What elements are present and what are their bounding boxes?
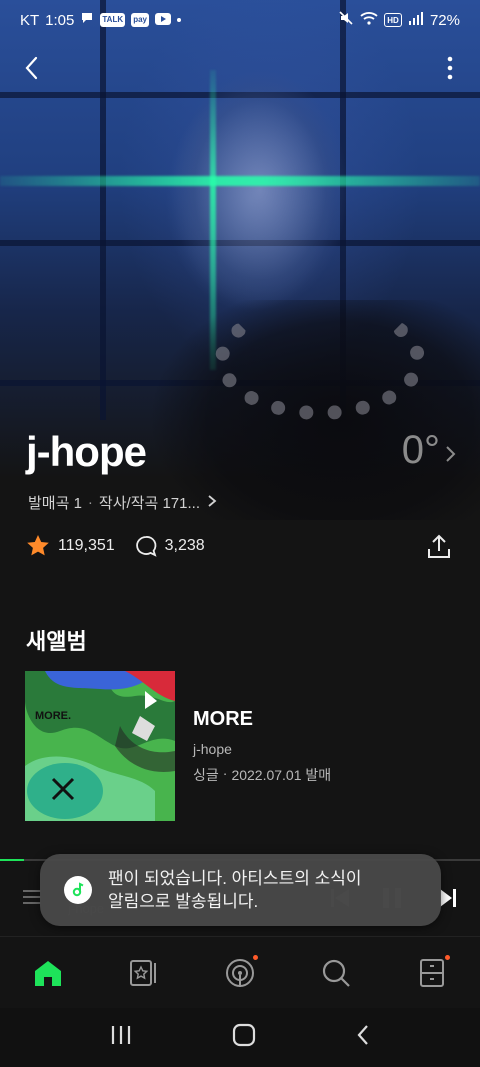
new-album-section-title: 새앨범 (26, 629, 87, 654)
artist-name: j-hope (26, 428, 147, 475)
chevron-right-icon (206, 494, 218, 512)
playlist-icon[interactable] (22, 887, 42, 907)
podcast-icon (226, 958, 254, 987)
toast-line-1: 팬이 되었습니다. 아티스트의 소식이 (108, 869, 362, 888)
home-system-button[interactable] (232, 1023, 256, 1052)
carrier-label: KT (20, 11, 40, 29)
more-notifications-icon (177, 18, 182, 22)
bottom-navigation (0, 936, 480, 1008)
album-art-image: MORE. (25, 671, 175, 821)
battery-level: 72% (429, 11, 460, 29)
fan-subscribe-toast: 팬이 되었습니다. 아티스트의 소식이 알림으로 발송됩니다. (40, 854, 441, 926)
search-icon (322, 959, 350, 987)
mute-icon (338, 10, 354, 30)
message-icon (80, 11, 94, 29)
hd-voice-icon: HD (383, 13, 402, 27)
star-icon (27, 535, 49, 556)
recent-apps-button[interactable] (109, 1024, 133, 1051)
artist-stats: 119,351 3,238 (26, 534, 225, 557)
credit-count: 작사/작곡 171... (98, 495, 200, 512)
comment-icon (135, 535, 157, 557)
back-arrow-icon (357, 1025, 368, 1045)
comment-count: 3,238 (164, 536, 205, 554)
album-title[interactable]: MORE (193, 708, 253, 731)
comment-count-button[interactable]: 3,238 (135, 535, 205, 557)
nav-drawer[interactable] (408, 949, 456, 997)
album-artist: j-hope (193, 741, 232, 757)
back-button[interactable] (14, 50, 50, 86)
nav-podcast[interactable] (216, 949, 264, 997)
album-cover[interactable]: MORE. (25, 671, 175, 821)
fan-count-button[interactable]: 119,351 (26, 534, 115, 557)
meta-separator: · (87, 494, 93, 511)
chevron-left-icon (25, 56, 38, 80)
fan-temperature[interactable]: 0° (402, 428, 440, 473)
album-release-date: 2022.07.01 발매 (231, 767, 332, 783)
youtube-icon (155, 12, 172, 29)
library-icon (130, 959, 156, 986)
nav-library[interactable] (120, 949, 168, 997)
share-icon (428, 534, 450, 558)
next-track-icon[interactable] (438, 887, 458, 909)
status-bar: KT 1:05 TALK pay HD 72% (0, 0, 480, 40)
nav-home[interactable] (24, 949, 72, 997)
share-button[interactable] (424, 532, 454, 562)
artist-meta-link[interactable]: 발매곡 1 · 작사/작곡 171... (28, 492, 218, 513)
album-cover-text: MORE. (35, 710, 71, 722)
melon-app-icon (64, 876, 92, 904)
home-icon (35, 960, 61, 986)
nav-search[interactable] (312, 949, 360, 997)
recents-icon (112, 1026, 131, 1044)
toast-line-2: 알림으로 발송됩니다. (108, 892, 259, 911)
home-square-icon (232, 1023, 256, 1047)
podcast-notification-badge (253, 954, 258, 960)
release-count: 발매곡 1 (28, 495, 82, 512)
drawer-icon (420, 958, 444, 987)
drawer-notification-badge (445, 954, 450, 960)
album-info-separator: · (222, 765, 228, 781)
wifi-icon (360, 11, 378, 29)
clock: 1:05 (45, 11, 75, 29)
talk-badge-icon: TALK (100, 13, 126, 27)
back-system-button[interactable] (355, 1023, 371, 1052)
system-navigation-bar (0, 1008, 480, 1067)
album-type: 싱글 (193, 767, 219, 783)
pay-badge-icon: pay (131, 13, 150, 27)
signal-icon (408, 11, 424, 29)
more-options-button[interactable] (440, 50, 460, 86)
more-vertical-icon (447, 56, 453, 80)
fan-count: 119,351 (58, 536, 115, 554)
album-info: 싱글 · 2022.07.01 발매 (193, 765, 331, 785)
temperature-chevron-icon[interactable] (442, 442, 458, 466)
